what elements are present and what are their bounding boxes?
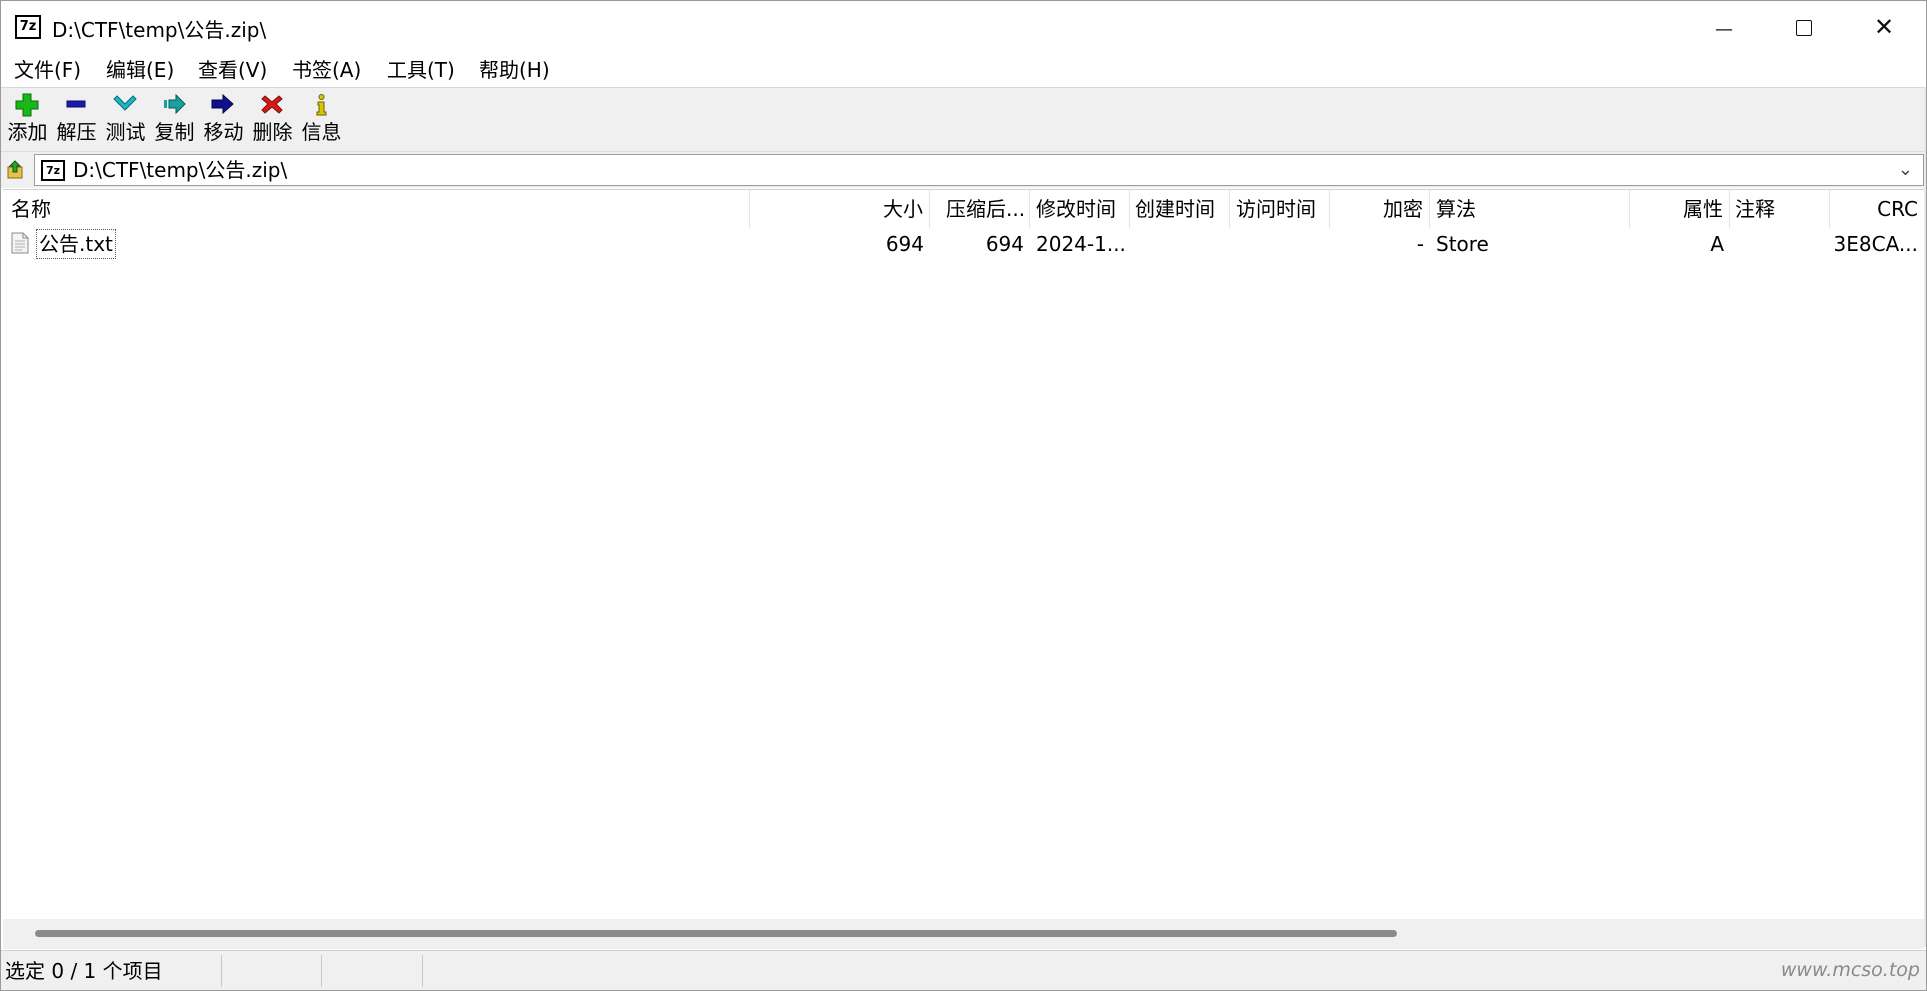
minimize-button[interactable]: —	[1684, 1, 1764, 53]
check-icon	[113, 95, 137, 111]
copy-label: 复制	[154, 120, 195, 144]
menu-bar: 文件(F) 编辑(E) 查看(V) 书签(A) 工具(T) 帮助(H)	[1, 53, 1926, 88]
menu-tools[interactable]: 工具(T)	[385, 56, 457, 84]
file-comment-cell	[1735, 228, 1829, 260]
status-divider	[221, 955, 222, 987]
info-button[interactable]: 信息	[297, 88, 346, 150]
add-label: 添加	[7, 120, 48, 144]
column-header-accessed[interactable]: 访问时间	[1230, 190, 1330, 228]
menu-file[interactable]: 文件(F)	[12, 56, 83, 84]
address-bar[interactable]: 7z D:\CTF\temp\公告.zip\ ⌄	[34, 154, 1924, 186]
archive-icon: 7z	[41, 160, 65, 181]
maximize-icon	[1796, 20, 1812, 36]
column-header-attributes[interactable]: 属性	[1630, 190, 1730, 228]
column-header-encrypted[interactable]: 加密	[1330, 190, 1430, 228]
file-method-cell: Store	[1436, 232, 1489, 256]
delete-label: 删除	[252, 120, 293, 144]
column-header-size[interactable]: 大小	[750, 190, 930, 228]
delete-button[interactable]: 删除	[248, 88, 297, 150]
file-attributes-cell: A	[1710, 232, 1724, 256]
column-header-name[interactable]: 名称	[3, 190, 750, 228]
title-bar[interactable]: 7z D:\CTF\temp\公告.zip\ — ✕	[1, 1, 1926, 53]
text-file-icon	[11, 232, 29, 254]
move-arrow-icon	[211, 93, 234, 115]
file-crc-cell: 3E8CA...	[1833, 232, 1918, 256]
test-button[interactable]: 测试	[101, 88, 150, 150]
horizontal-scrollbar[interactable]	[3, 919, 1924, 949]
close-button[interactable]: ✕	[1844, 1, 1924, 53]
maximize-button[interactable]	[1764, 1, 1844, 53]
column-header-created[interactable]: 创建时间	[1130, 190, 1230, 228]
up-folder-icon[interactable]	[5, 158, 29, 182]
move-button[interactable]: 移动	[199, 88, 248, 150]
file-packed-size-cell: 694	[985, 232, 1024, 256]
column-header-crc[interactable]: CRC	[1830, 190, 1922, 228]
watermark: www.mcso.top	[1780, 959, 1920, 981]
plus-icon	[15, 93, 39, 117]
extract-label: 解压	[56, 120, 97, 144]
info-label: 信息	[301, 120, 342, 144]
copy-arrow-icon	[164, 93, 186, 115]
menu-view[interactable]: 查看(V)	[196, 56, 269, 84]
scrollbar-thumb[interactable]	[35, 930, 1397, 937]
column-header-packed-size[interactable]: 压缩后...	[930, 190, 1030, 228]
info-icon	[316, 94, 327, 116]
menu-edit[interactable]: 编辑(E)	[104, 56, 176, 84]
delete-x-icon	[261, 95, 283, 114]
minus-icon	[66, 100, 86, 108]
file-created-cell	[1135, 228, 1229, 260]
file-accessed-cell	[1236, 228, 1330, 260]
test-label: 测试	[105, 120, 146, 144]
menu-bookmarks[interactable]: 书签(A)	[290, 56, 363, 84]
toolbar: 添加 解压 测试 复制 移动 删除 信息	[1, 88, 1926, 152]
chevron-down-icon[interactable]: ⌄	[1898, 159, 1913, 180]
copy-button[interactable]: 复制	[150, 88, 199, 150]
address-path: D:\CTF\temp\公告.zip\	[73, 158, 288, 182]
file-name-cell[interactable]: 公告.txt	[36, 229, 116, 259]
status-bar: 选定 0 / 1 个项目 www.mcso.top	[1, 950, 1926, 990]
file-list: 名称 大小 压缩后... 修改时间 创建时间 访问时间 加密 算法 属性 注释 …	[3, 189, 1924, 920]
menu-help[interactable]: 帮助(H)	[477, 56, 552, 84]
column-header-comment[interactable]: 注释	[1730, 190, 1830, 228]
selection-status: 选定 0 / 1 个项目	[5, 959, 163, 983]
extract-button[interactable]: 解压	[52, 88, 101, 150]
add-button[interactable]: 添加	[3, 88, 52, 150]
column-header-modified[interactable]: 修改时间	[1030, 190, 1130, 228]
file-encrypted-cell: -	[1416, 232, 1424, 256]
7zip-window: 7z D:\CTF\temp\公告.zip\ — ✕ 文件(F) 编辑(E) 查…	[0, 0, 1927, 991]
address-row: 7z D:\CTF\temp\公告.zip\ ⌄	[1, 152, 1926, 188]
close-icon: ✕	[1873, 13, 1895, 41]
column-header-method[interactable]: 算法	[1430, 190, 1630, 228]
window-title: D:\CTF\temp\公告.zip\	[52, 18, 267, 42]
status-divider	[321, 955, 322, 987]
move-label: 移动	[203, 120, 244, 144]
file-modified-cell: 2024-1...	[1036, 232, 1126, 256]
minimize-icon: —	[1715, 19, 1733, 40]
7zip-app-icon: 7z	[15, 15, 41, 39]
file-size-cell: 694	[885, 232, 924, 256]
status-divider	[422, 955, 423, 987]
